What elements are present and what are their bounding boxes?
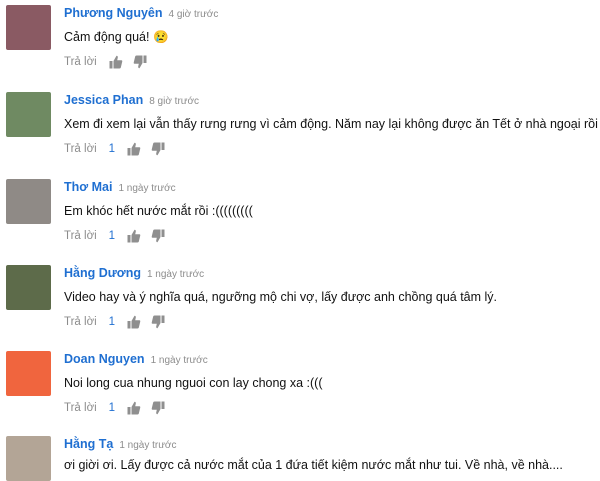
reply-button[interactable]: Trả lời	[64, 402, 97, 414]
comment-text: Xem đi xem lại vẫn thấy rưng rưng vì cảm…	[64, 117, 600, 131]
comment-author[interactable]: Phương Nguyên	[64, 6, 163, 20]
comment-author[interactable]: Thơ Mai	[64, 180, 112, 194]
thumbs-down-icon[interactable]	[151, 229, 165, 243]
like-count: 1	[108, 316, 116, 328]
comment-timestamp[interactable]: 1 ngày trước	[118, 183, 175, 194]
thumbs-down-icon[interactable]	[133, 55, 147, 69]
thumbs-down-icon[interactable]	[151, 401, 165, 415]
comment-timestamp[interactable]: 8 giờ trước	[149, 96, 199, 107]
comment-author[interactable]: Doan Nguyen	[64, 352, 145, 366]
avatar[interactable]	[6, 179, 51, 224]
reply-button[interactable]: Trả lời	[64, 316, 97, 328]
comment-text: ơi giời ơi. Lấy được cả nước mắt của 1 đ…	[64, 458, 563, 472]
like-count: 1	[108, 402, 116, 414]
comment-author[interactable]: Jessica Phan	[64, 93, 143, 107]
like-count: 1	[108, 230, 116, 242]
thumbs-up-icon[interactable]	[127, 315, 141, 329]
reply-button[interactable]: Trả lời	[64, 143, 97, 155]
thumbs-up-icon[interactable]	[127, 401, 141, 415]
comment-text: Video hay và ý nghĩa quá, ngưỡng mộ chi …	[64, 290, 498, 304]
reply-button[interactable]: Trả lời	[64, 56, 97, 68]
comment-text: Em khóc hết nước mắt rồi :(((((((((	[64, 204, 253, 218]
thumbs-down-icon[interactable]	[151, 142, 165, 156]
avatar[interactable]	[6, 436, 51, 481]
comment-timestamp[interactable]: 1 ngày trước	[151, 355, 208, 366]
comment-author[interactable]: Hằng Tạ	[64, 437, 113, 451]
avatar[interactable]	[6, 351, 51, 396]
thumbs-down-icon[interactable]	[151, 315, 165, 329]
thumbs-up-icon[interactable]	[127, 229, 141, 243]
avatar[interactable]	[6, 92, 51, 137]
avatar[interactable]	[6, 5, 51, 50]
comment-text: Noi long cua nhung nguoi con lay chong x…	[64, 376, 323, 390]
thumbs-up-icon[interactable]	[127, 142, 141, 156]
comment-timestamp[interactable]: 1 ngày trước	[119, 440, 176, 451]
avatar[interactable]	[6, 265, 51, 310]
thumbs-up-icon[interactable]	[109, 55, 123, 69]
comment-timestamp[interactable]: 1 ngày trước	[147, 269, 204, 280]
like-count: 1	[108, 143, 116, 155]
comment-timestamp[interactable]: 4 giờ trước	[169, 9, 219, 20]
reply-button[interactable]: Trả lời	[64, 230, 97, 242]
comment-author[interactable]: Hằng Dương	[64, 266, 141, 280]
comment-text: Cảm động quá! 😢	[64, 30, 169, 44]
